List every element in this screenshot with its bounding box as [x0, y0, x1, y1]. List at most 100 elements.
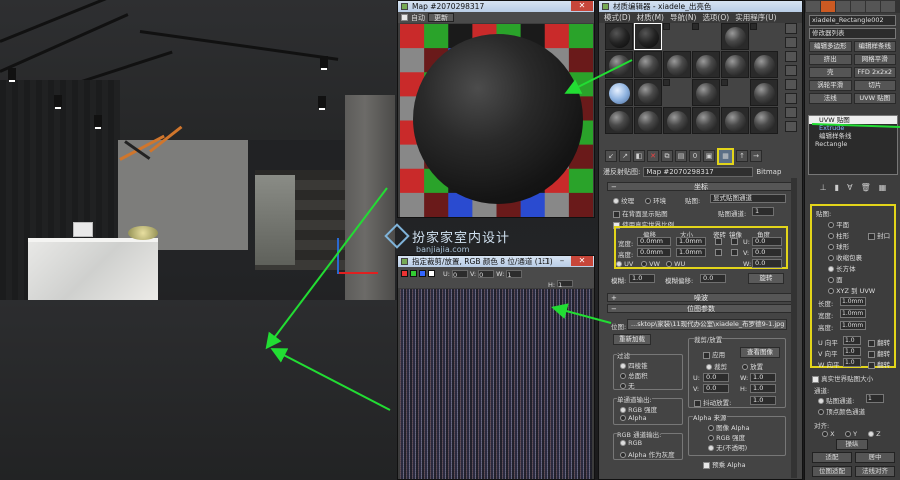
map-preview-titlebar[interactable]: Map #2070298317 ✕: [398, 1, 594, 12]
u-flip-checkbox[interactable]: 翻转: [868, 337, 890, 347]
map-face-radio[interactable]: 面: [828, 274, 843, 284]
blue-channel-icon[interactable]: [419, 270, 426, 277]
crop-h-field[interactable]: 1.0: [750, 384, 776, 393]
material-slot[interactable]: [634, 107, 662, 134]
view-image-button[interactable]: 查看图像: [740, 347, 780, 358]
material-slot[interactable]: [692, 79, 720, 106]
alpha-rgb-radio[interactable]: RGB 强度: [708, 432, 745, 442]
filter-summed-radio[interactable]: 总面积: [620, 370, 648, 380]
map-channel-field[interactable]: 1: [752, 207, 774, 216]
slice-button[interactable]: 切片: [853, 80, 896, 91]
jitter-field[interactable]: 1.0: [750, 396, 776, 405]
map-name-field[interactable]: Map #2070298317: [643, 167, 754, 177]
uv-radio[interactable]: UV: [616, 260, 633, 268]
display-tab-icon[interactable]: [866, 1, 880, 12]
map-cylindrical-radio[interactable]: 柱形: [828, 230, 849, 240]
blur-field[interactable]: 1.0: [629, 274, 655, 283]
vw-radio[interactable]: VW: [641, 260, 660, 268]
alpha-channel-icon[interactable]: [428, 270, 435, 277]
w-tile-field[interactable]: 1.0: [843, 358, 861, 367]
menu-utilities[interactable]: 实用程序(U): [735, 12, 776, 23]
reload-button[interactable]: 重新加载: [613, 334, 651, 345]
v-mirror-checkbox[interactable]: [731, 248, 738, 256]
green-channel-icon[interactable]: [410, 270, 417, 277]
modify-tab-icon[interactable]: [821, 1, 835, 12]
mapping-dropdown[interactable]: 显式贴图通道: [710, 194, 786, 203]
alpha-none-radio[interactable]: 无(不透明): [708, 442, 747, 452]
real-world-size-checkbox[interactable]: 真实世界贴图大小: [812, 373, 873, 383]
material-slot[interactable]: [605, 51, 633, 78]
show-map-in-viewport-icon[interactable]: ▣: [703, 150, 715, 162]
u-field[interactable]: 0: [451, 269, 468, 279]
apply-checkbox[interactable]: 应用: [703, 349, 725, 359]
ffd-button[interactable]: FFD 2x2x2: [853, 67, 896, 78]
blur-offset-field[interactable]: 0.0: [700, 274, 726, 283]
fit-button[interactable]: 适配: [812, 452, 852, 463]
w-angle-field[interactable]: 0.0: [752, 259, 782, 268]
center-button[interactable]: 居中: [855, 452, 895, 463]
mono-alpha-radio[interactable]: Alpha: [620, 414, 647, 422]
material-slot[interactable]: [750, 23, 757, 30]
map-preview-window[interactable]: Map #2070298317 ✕ 自动 更新: [397, 0, 595, 218]
normal-align-button[interactable]: 法线对齐: [855, 466, 895, 477]
material-slot[interactable]: [605, 79, 633, 106]
length-field[interactable]: 1.0mm: [840, 297, 866, 306]
update-button[interactable]: 更新: [428, 13, 454, 22]
map-type-label[interactable]: Bitmap: [756, 168, 781, 176]
edit-poly-button[interactable]: 编辑多边形: [809, 41, 852, 52]
filter-pyramidal-radio[interactable]: 四棱锥: [620, 360, 648, 370]
material-slot[interactable]: [692, 51, 720, 78]
menu-material[interactable]: 材质(M): [637, 12, 664, 23]
place-radio[interactable]: 放置: [742, 361, 763, 371]
menu-navigation[interactable]: 导航(N): [670, 12, 696, 23]
stack-item-edit-spline[interactable]: 编辑样条线: [809, 132, 897, 140]
u-mirror-checkbox[interactable]: [731, 237, 738, 245]
align-y-radio[interactable]: Y: [845, 430, 857, 438]
v-flip-checkbox[interactable]: 翻转: [868, 348, 890, 358]
make-unique-icon[interactable]: ⧉: [661, 150, 673, 162]
go-to-parent-icon[interactable]: ↑: [736, 150, 748, 162]
get-material-icon[interactable]: ↙: [605, 150, 617, 162]
height-offset-field[interactable]: 0.0mm: [637, 248, 671, 257]
align-z-radio[interactable]: Z: [868, 430, 881, 438]
filter-none-radio[interactable]: 无: [620, 380, 635, 390]
options-icon[interactable]: [785, 107, 797, 118]
material-slot[interactable]: [721, 51, 749, 78]
rgb-out-alpha-radio[interactable]: Alpha 作为灰度: [620, 449, 675, 459]
material-slot[interactable]: [605, 107, 633, 134]
vertex-color-radio[interactable]: 顶点颜色通道: [818, 406, 865, 416]
jitter-checkbox[interactable]: 抖动放置:: [694, 397, 731, 407]
put-to-library-icon[interactable]: ▤: [675, 150, 687, 162]
maximize-icon[interactable]: □: [539, 256, 553, 266]
alpha-image-radio[interactable]: 图像 Alpha: [708, 422, 750, 432]
material-slot[interactable]: [750, 51, 778, 78]
material-slot[interactable]: [721, 23, 749, 50]
environ-radio[interactable]: 环境: [645, 195, 666, 205]
cap-checkbox[interactable]: 封口: [868, 230, 890, 240]
crop-v-field[interactable]: 0.0: [703, 384, 729, 393]
extrude-button[interactable]: 挤出: [809, 54, 852, 65]
object-name-field[interactable]: xiadele_Rectangle002: [809, 15, 896, 26]
width-size-field[interactable]: 1.0mm: [676, 237, 706, 246]
close-icon[interactable]: ✕: [571, 1, 593, 11]
minimize-icon[interactable]: –: [555, 256, 569, 266]
material-editor-titlebar[interactable]: 材质编辑器 - xiadele_出亮色: [599, 1, 802, 12]
gizmo-y-axis[interactable]: [337, 238, 339, 274]
menu-options[interactable]: 选项(O): [702, 12, 729, 23]
map-spherical-radio[interactable]: 球形: [828, 241, 849, 251]
width-offset-field[interactable]: 0.0mm: [637, 237, 671, 246]
texture-radio[interactable]: 纹理: [613, 195, 634, 205]
material-slot[interactable]: [634, 51, 662, 78]
bitmap-params-rollout-header[interactable]: − 位图参数: [607, 304, 795, 313]
stack-item-extrude[interactable]: Extrude: [809, 124, 897, 132]
material-slot[interactable]: [750, 79, 778, 106]
material-slot[interactable]: [663, 51, 691, 78]
v-tile-field[interactable]: 1.0: [843, 347, 861, 356]
height-size-field[interactable]: 1.0mm: [676, 248, 706, 257]
bitmap-crop-window[interactable]: 指定裁剪/放置, RGB 颜色 8 位/通道 (1:1) □ – ✕ U: 0 …: [397, 255, 595, 480]
w-flip-checkbox[interactable]: 翻转: [868, 359, 890, 369]
backlight-icon[interactable]: [785, 37, 797, 48]
map-box-radio[interactable]: 长方体: [828, 263, 856, 273]
crop-radio[interactable]: 裁剪: [706, 361, 727, 371]
map-shrinkwrap-radio[interactable]: 收缩包裹: [828, 252, 862, 262]
